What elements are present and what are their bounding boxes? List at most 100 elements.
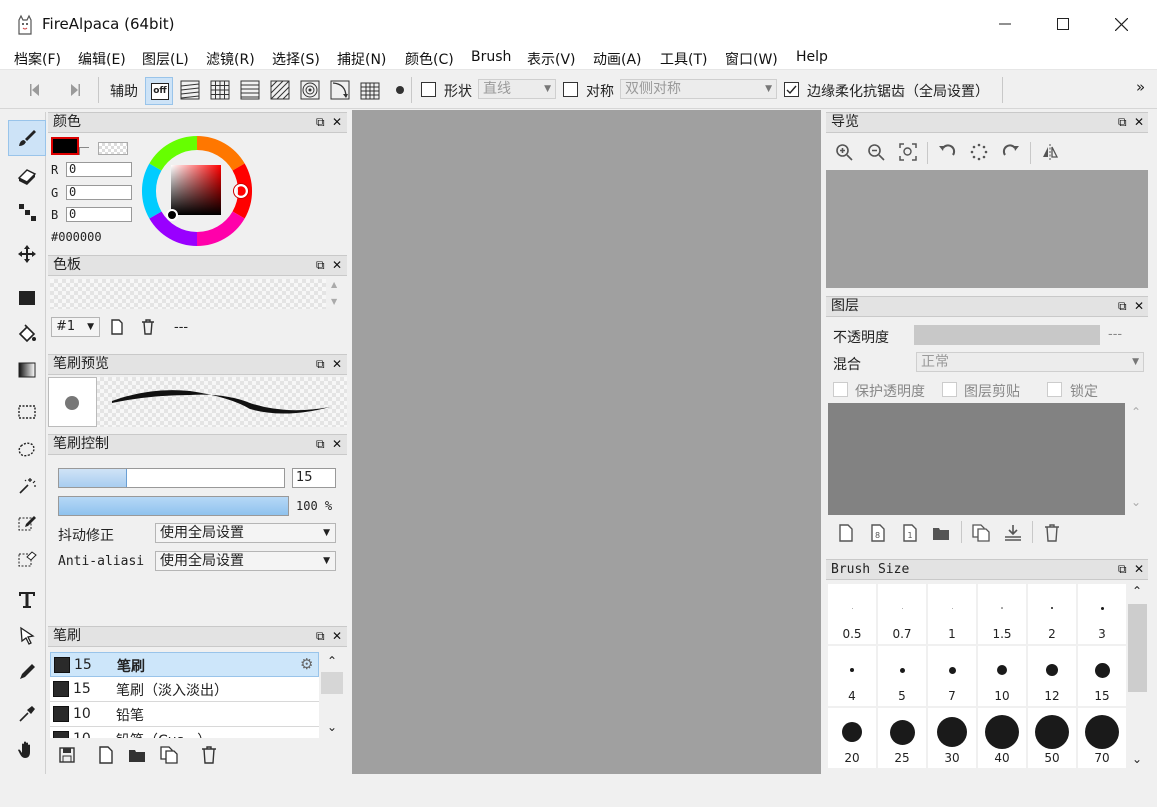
menu-file[interactable]: 档案(F) [14,49,61,69]
brush-size-cell[interactable]: 3 [1078,584,1126,644]
brush-size-cell[interactable]: 25 [878,708,926,768]
panel-float-icon[interactable]: ⧉ [316,115,325,129]
panel-close-icon[interactable]: ✕ [332,258,342,272]
perspective-snap-icon[interactable] [360,80,380,100]
operation-tool[interactable] [8,618,46,654]
layer-opacity-slider[interactable] [914,325,1100,345]
brush-size-cell[interactable]: 1.5 [978,584,1026,644]
scroll-up-icon[interactable]: ⌃ [327,654,337,668]
layer-list[interactable] [828,403,1125,515]
brush-save-icon[interactable] [58,746,76,764]
panel-close-icon[interactable]: ✕ [1134,562,1144,576]
magic-wand-tool[interactable] [8,468,46,504]
b-field[interactable]: 0 [66,207,132,222]
brush-size-scrollbar[interactable]: ⌃ ⌄ [1127,582,1148,774]
canvas-area[interactable] [352,110,821,774]
brush-tool[interactable] [8,120,46,156]
select-eraser-tool[interactable] [8,540,46,576]
menu-layer[interactable]: 图层(L) [142,49,189,69]
new-palette-icon[interactable] [110,319,124,335]
minimize-button[interactable] [976,4,1034,44]
menu-window[interactable]: 窗口(W) [725,49,778,69]
clipping-checkbox[interactable] [942,382,957,397]
brush-size-cell[interactable]: 0.5 [828,584,876,644]
panel-close-icon[interactable]: ✕ [1134,115,1144,129]
brush-size-slider[interactable] [58,468,285,488]
curve-snap-icon[interactable] [330,80,350,100]
brush-size-cell[interactable]: 40 [978,708,1026,768]
brush-size-cell[interactable]: 10 [978,646,1026,706]
parallel-snap-icon[interactable] [180,80,200,100]
menu-edit[interactable]: 编辑(E) [78,49,126,69]
scroll-down-icon[interactable]: ▼ [331,297,337,306]
brush-size-cell[interactable]: 5 [878,646,926,706]
gradient-tool[interactable] [8,352,46,388]
antialias-checkbox[interactable] [784,82,799,97]
brush-size-cell[interactable]: 1 [928,584,976,644]
shape-checkbox[interactable] [421,82,436,97]
brush-size-cell[interactable]: 0.7 [878,584,926,644]
brush-size-cell[interactable]: 30 [928,708,976,768]
new-8bit-layer-icon[interactable]: 8 [869,524,887,542]
value-handle[interactable] [166,209,178,221]
undo-icon[interactable] [26,80,46,100]
brush-size-cell[interactable]: 50 [1028,708,1076,768]
bucket-tool[interactable] [8,316,46,352]
delete-brush-icon[interactable] [200,746,218,764]
panel-float-icon[interactable]: ⧉ [316,357,325,371]
eraser-tool[interactable] [8,158,46,194]
stabilizer-select[interactable]: 使用全局设置 ▼ [155,523,336,543]
scrollbar-thumb[interactable] [1128,604,1147,692]
lock-checkbox[interactable] [1047,382,1062,397]
secondary-color-swatch[interactable] [98,142,128,155]
pen-tool[interactable] [8,654,46,690]
blend-mode-dropdown[interactable]: 正常 ▼ [916,352,1144,372]
brush-size-cell[interactable]: 2 [1028,584,1076,644]
snap-off-button[interactable]: off [145,77,173,105]
brush-size-cell[interactable]: 15 [1078,646,1126,706]
brush-size-cell[interactable]: 70 [1078,708,1126,768]
menu-view[interactable]: 表示(V) [527,49,576,69]
rotate-left-icon[interactable] [938,143,956,161]
brush-list-item[interactable]: 10 铅笔 [50,702,319,727]
close-button[interactable] [1092,4,1150,44]
delete-layer-icon[interactable] [1043,524,1061,542]
rotate-right-icon[interactable] [1002,143,1020,161]
symmetry-dropdown[interactable]: 双侧对称 ▼ [620,79,777,99]
panel-float-icon[interactable]: ⧉ [316,437,325,451]
navigator-preview[interactable] [826,170,1148,288]
menu-select[interactable]: 选择(S) [272,49,320,69]
panel-float-icon[interactable]: ⧉ [1118,115,1127,129]
brush-size-cell[interactable]: 12 [1028,646,1076,706]
panel-close-icon[interactable]: ✕ [332,357,342,371]
lasso-tool[interactable] [8,432,46,468]
delete-palette-icon[interactable] [140,319,156,335]
circle-snap-icon[interactable] [300,80,320,100]
brush-size-cell[interactable]: 20 [828,708,876,768]
select-tool[interactable] [8,394,46,430]
symmetry-checkbox[interactable] [563,82,578,97]
panel-float-icon[interactable]: ⧉ [1118,562,1127,576]
shape-dropdown[interactable]: 直线 ▼ [478,79,556,99]
zoom-fit-icon[interactable] [899,143,917,161]
maximize-button[interactable] [1034,4,1092,44]
brush-antialias-select[interactable]: 使用全局设置 ▼ [155,551,336,571]
menu-help[interactable]: Help [796,49,828,65]
zoom-in-icon[interactable] [835,143,853,161]
dot-tool[interactable] [8,194,46,230]
panel-close-icon[interactable]: ✕ [332,437,342,451]
text-tool[interactable] [8,582,46,618]
r-field[interactable]: 0 [66,162,132,177]
palette-selector[interactable]: #1 ▼ [51,317,100,337]
scroll-down-icon[interactable]: ⌄ [327,720,337,734]
menu-tools[interactable]: 工具(T) [660,49,707,69]
menu-filter[interactable]: 滤镜(R) [206,49,255,69]
panel-float-icon[interactable]: ⧉ [316,258,325,272]
toolbar-overflow-button[interactable]: » [1136,78,1145,96]
redo-icon[interactable] [64,80,84,100]
move-tool[interactable] [8,236,46,272]
menu-snap[interactable]: 捕捉(N) [337,49,386,69]
new-brush-icon[interactable] [97,746,115,764]
brush-size-cell[interactable]: 7 [928,646,976,706]
scroll-down-icon[interactable]: ⌄ [1132,752,1142,766]
